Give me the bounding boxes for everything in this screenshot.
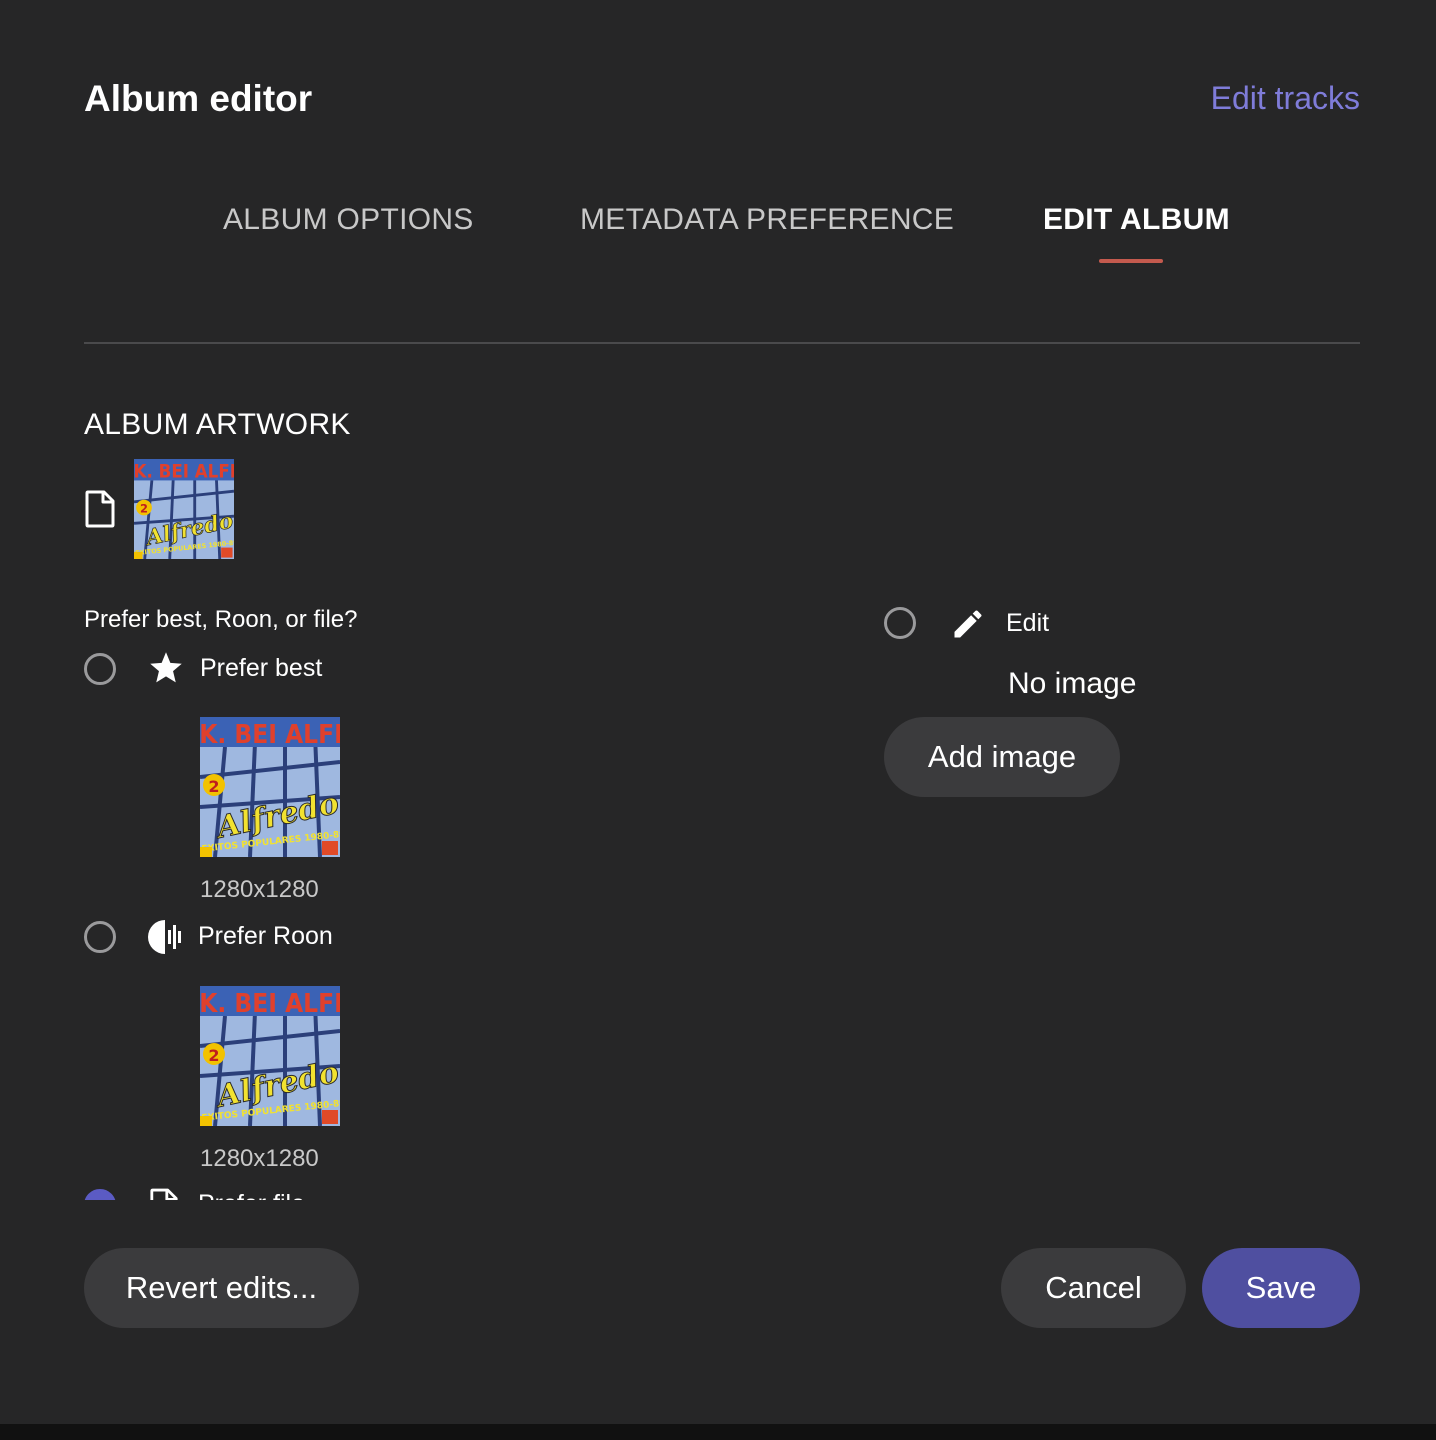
svg-text:F.S.K. BEI ALFRED: F.S.K. BEI ALFRED — [200, 720, 340, 750]
current-artwork-thumbnail: F.S.K. BEI ALFRED 2 Alfredo 44 EXITOS PO… — [134, 459, 234, 559]
active-tab-indicator — [1099, 259, 1163, 263]
artwork-options-scroll[interactable]: F.S.K. BEI ALFRED 2 Alfredo 44 EXITOS PO… — [0, 440, 1436, 1200]
album-editor-dialog: Album editor Edit tracks ALBUM OPTIONS M… — [0, 0, 1436, 1424]
roon-logo-icon — [148, 920, 181, 954]
svg-text:2: 2 — [140, 502, 148, 516]
svg-text:F.S.K. BEI ALFRED: F.S.K. BEI ALFRED — [134, 462, 234, 483]
edit-tracks-link[interactable]: Edit tracks — [1211, 80, 1360, 117]
tab-album-options[interactable]: ALBUM OPTIONS — [223, 203, 474, 237]
prefer-best-artwork: F.S.K. BEI ALFRED 2 Alfredo 44 EXITOS PO… — [200, 717, 340, 857]
album-cover-image: F.S.K. BEI ALFRED 2 Alfredo 44 EXITOS PO… — [200, 986, 340, 1126]
radio-prefer-file[interactable] — [84, 1189, 116, 1200]
prefer-roon-resolution: 1280x1280 — [200, 1145, 319, 1172]
no-image-text: No image — [1008, 667, 1137, 700]
header-divider — [84, 342, 1360, 344]
file-icon — [85, 490, 115, 528]
revert-edits-button[interactable]: Revert edits... — [84, 1248, 359, 1328]
tab-metadata-preference[interactable]: METADATA PREFERENCE — [580, 203, 954, 237]
album-cover-image: F.S.K. BEI ALFRED 2 Alfredo 44 EXITOS PO… — [200, 717, 340, 857]
prefer-file-label[interactable]: Prefer file — [198, 1190, 305, 1200]
file-icon — [150, 1188, 178, 1200]
cancel-button[interactable]: Cancel — [1001, 1248, 1186, 1328]
save-button[interactable]: Save — [1202, 1248, 1360, 1328]
svg-text:2: 2 — [208, 777, 219, 796]
svg-text:F.S.K. BEI ALFRED: F.S.K. BEI ALFRED — [200, 989, 340, 1019]
prefer-best-label[interactable]: Prefer best — [200, 654, 322, 683]
radio-prefer-best[interactable] — [84, 653, 116, 685]
artwork-preference-question: Prefer best, Roon, or file? — [84, 606, 358, 633]
dialog-footer: Revert edits... Cancel Save — [0, 1200, 1436, 1424]
tab-bar: ALBUM OPTIONS METADATA PREFERENCE EDIT A… — [0, 203, 1436, 273]
edit-label[interactable]: Edit — [1006, 609, 1049, 638]
star-icon — [150, 652, 182, 683]
radio-prefer-roon[interactable] — [84, 921, 116, 953]
album-cover-image: F.S.K. BEI ALFRED 2 Alfredo 44 EXITOS PO… — [134, 459, 234, 559]
album-artwork-heading: ALBUM ARTWORK — [84, 408, 351, 441]
prefer-roon-artwork: F.S.K. BEI ALFRED 2 Alfredo 44 EXITOS PO… — [200, 986, 340, 1126]
pencil-icon — [954, 610, 982, 638]
prefer-best-resolution: 1280x1280 — [200, 876, 319, 903]
dialog-title: Album editor — [84, 78, 313, 119]
prefer-roon-label[interactable]: Prefer Roon — [198, 922, 333, 951]
radio-edit[interactable] — [884, 607, 916, 639]
add-image-button[interactable]: Add image — [884, 717, 1120, 797]
tab-edit-album[interactable]: EDIT ALBUM — [1043, 203, 1230, 237]
svg-text:2: 2 — [208, 1046, 219, 1065]
